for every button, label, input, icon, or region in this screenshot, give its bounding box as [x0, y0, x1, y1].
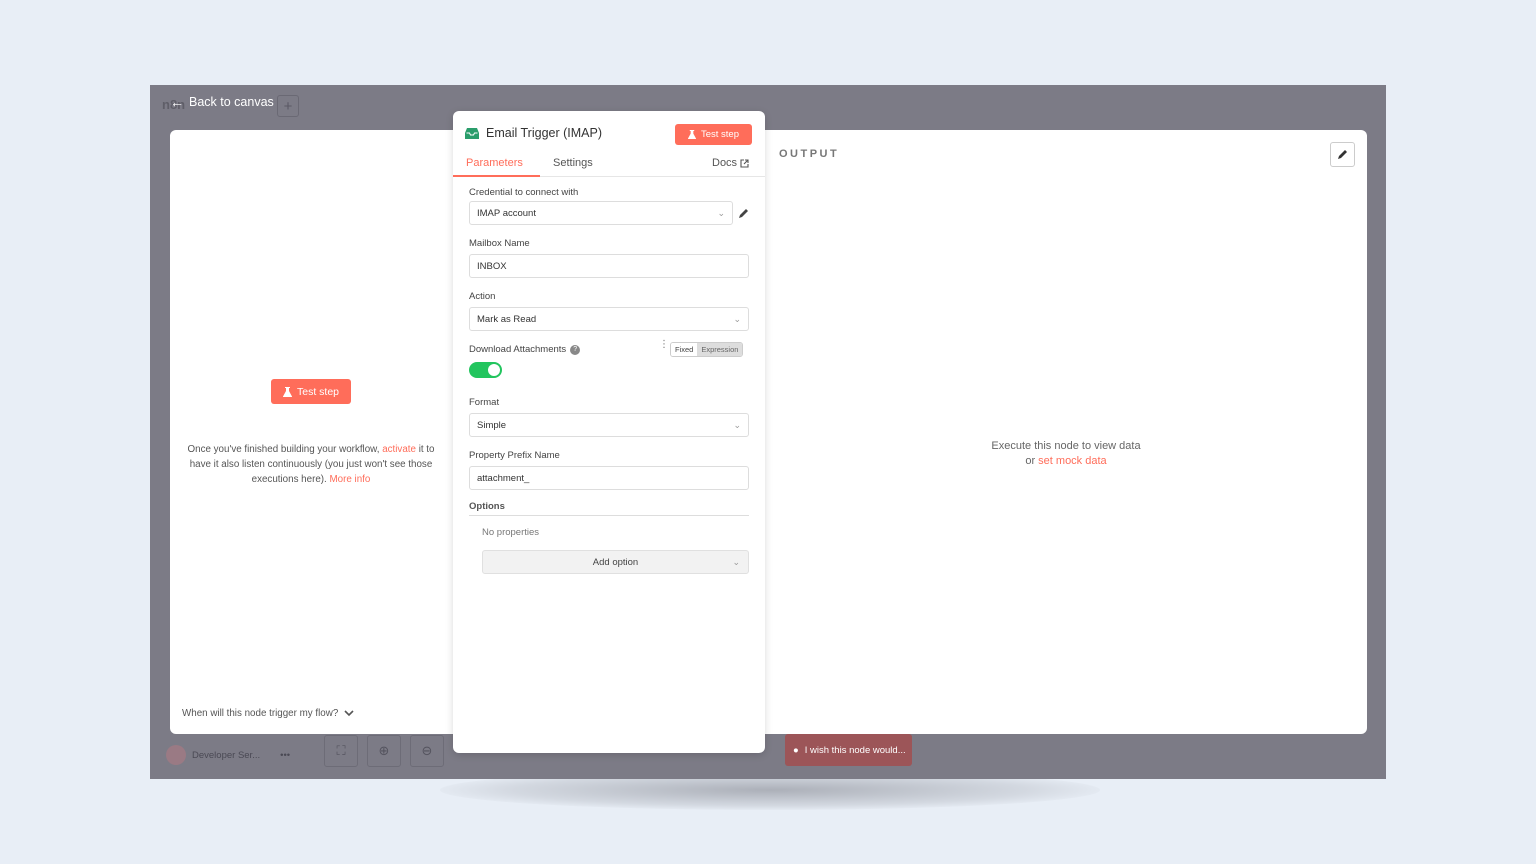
- zoom-in-icon: ⊕: [378, 743, 390, 758]
- output-or-text: or: [1025, 455, 1036, 467]
- external-link-icon: [740, 158, 749, 168]
- fit-view-button[interactable]: ⛶: [324, 735, 358, 767]
- docs-link[interactable]: Docs: [712, 157, 749, 169]
- action-select[interactable]: Mark as Read ⌄: [469, 307, 749, 331]
- expression-option[interactable]: Expression: [697, 343, 743, 356]
- back-to-canvas-label: Back to canvas: [189, 95, 274, 109]
- pencil-icon: [1338, 150, 1347, 159]
- prefix-label: Property Prefix Name: [469, 450, 560, 461]
- fit-view-icon: ⛶: [336, 743, 346, 758]
- no-properties-text: No properties: [482, 527, 540, 538]
- project-selector[interactable]: Developer Ser... •••: [166, 745, 290, 765]
- chevron-down-icon: ⌄: [733, 419, 741, 430]
- project-name: Developer Ser...: [192, 749, 261, 761]
- options-label: Options: [469, 501, 505, 512]
- info-text-start: Once you've finished building your workf…: [187, 444, 380, 455]
- node-header: Email Trigger (IMAP) Test step Parameter…: [453, 111, 765, 177]
- input-panel: Test step Once you've finished building …: [170, 130, 455, 734]
- download-attachments-field: Download Attachments ?: [469, 344, 581, 355]
- output-panel-title: OUTPUT: [779, 148, 840, 160]
- beaker-icon: [687, 130, 696, 139]
- format-value: Simple: [477, 419, 507, 431]
- arrow-left-icon: ←: [170, 94, 184, 110]
- format-select[interactable]: Simple ⌄: [469, 413, 749, 437]
- action-label: Action: [469, 291, 496, 302]
- format-label: Format: [469, 397, 500, 408]
- add-option-button[interactable]: Add option ⌄: [482, 550, 749, 574]
- zoom-in-button[interactable]: ⊕: [367, 735, 401, 767]
- input-test-step-button[interactable]: Test step: [271, 379, 351, 404]
- mailbox-label: Mailbox Name: [469, 238, 530, 249]
- tab-settings[interactable]: Settings: [553, 157, 593, 169]
- feedback-button[interactable]: ● I wish this node would...: [785, 734, 912, 766]
- set-mock-data-link[interactable]: set mock data: [1038, 455, 1106, 467]
- more-info-link[interactable]: More info: [330, 474, 371, 485]
- back-to-canvas-link[interactable]: ← Back to canvas: [170, 94, 274, 110]
- feedback-label: I wish this node would...: [804, 744, 906, 756]
- output-empty-text: Execute this node to view data: [991, 440, 1141, 452]
- fixed-option[interactable]: Fixed: [671, 343, 698, 356]
- node-parameters-panel: Email Trigger (IMAP) Test step Parameter…: [453, 111, 765, 753]
- fixed-expression-toggle[interactable]: Fixed Expression: [670, 342, 744, 357]
- node-details-view: Test step Once you've finished building …: [170, 130, 1367, 734]
- bottom-toolbar: Developer Ser... ••• ⛶ ⊕ ⊖: [150, 735, 1386, 779]
- pencil-icon[interactable]: [738, 208, 749, 219]
- toggle-knob: [488, 364, 500, 376]
- lightbulb-icon: ●: [793, 744, 799, 756]
- chevron-down-icon: ⌄: [717, 207, 725, 218]
- test-step-label: Test step: [700, 129, 740, 140]
- node-title: Email Trigger (IMAP): [465, 126, 602, 140]
- trigger-flow-question[interactable]: When will this node trigger my flow?: [182, 708, 354, 719]
- download-attachments-label: Download Attachments: [469, 344, 567, 355]
- credential-select[interactable]: IMAP account ⌄: [469, 201, 733, 225]
- beaker-icon: [282, 386, 292, 397]
- tab-parameters[interactable]: Parameters: [466, 157, 523, 169]
- flow-question-label: When will this node trigger my flow?: [182, 708, 339, 719]
- more-icon[interactable]: •••: [280, 750, 290, 761]
- inbox-icon: [465, 127, 479, 139]
- options-divider: [469, 515, 749, 516]
- avatar: [166, 745, 186, 765]
- kebab-icon[interactable]: ⋮: [659, 340, 669, 350]
- action-value: Mark as Read: [477, 313, 537, 325]
- node-title-label: Email Trigger (IMAP): [486, 126, 602, 140]
- download-attachments-toggle[interactable]: [469, 362, 502, 378]
- chevron-down-icon: [344, 710, 354, 717]
- prefix-input[interactable]: attachment_: [469, 466, 749, 490]
- docs-label: Docs: [712, 157, 738, 169]
- credential-value: IMAP account: [477, 207, 536, 219]
- activate-link[interactable]: activate: [382, 444, 416, 455]
- zoom-out-button[interactable]: ⊖: [410, 735, 444, 767]
- parameters-form: Credential to connect with IMAP account …: [453, 177, 765, 753]
- test-step-button[interactable]: Test step: [675, 124, 752, 145]
- zoom-out-icon: ⊖: [421, 743, 433, 758]
- edit-output-button[interactable]: [1330, 142, 1355, 167]
- add-option-label: Add option: [592, 556, 639, 568]
- input-test-step-label: Test step: [296, 385, 340, 398]
- help-icon[interactable]: ?: [570, 344, 581, 355]
- mailbox-input[interactable]: INBOX: [469, 254, 749, 278]
- credential-label: Credential to connect with: [469, 187, 579, 198]
- chevron-down-icon: ⌄: [732, 556, 740, 567]
- trigger-info-text: Once you've finished building your workf…: [182, 442, 440, 487]
- chevron-down-icon: ⌄: [733, 313, 741, 324]
- output-empty-state: Execute this node to view data or set mo…: [950, 439, 1182, 469]
- add-node-button[interactable]: +: [277, 95, 299, 117]
